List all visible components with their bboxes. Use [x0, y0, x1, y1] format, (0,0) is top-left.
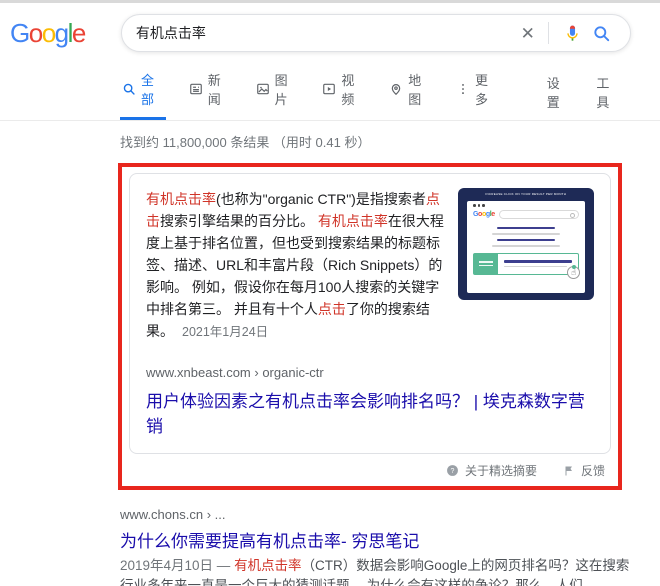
tab-news[interactable]: 新闻: [187, 64, 233, 120]
search-header: Google ✕: [0, 3, 660, 52]
tab-label: 新闻: [208, 70, 231, 108]
logo-letter: o: [42, 18, 55, 48]
snippet-thumbnail-image[interactable]: INCREASE CLICK ON YOUR RESULT PER MONTH …: [458, 188, 594, 300]
featured-snippet-card: 有机点击率(也称为"organic CTR")是指搜索者点击搜索引擎结果的百分比…: [129, 173, 611, 454]
mini-search-bar: [499, 210, 579, 219]
logo-letter: G: [10, 18, 29, 48]
cursor-icon: ☝: [567, 266, 580, 279]
logo-letter: e: [72, 18, 85, 48]
more-icon: [456, 82, 470, 96]
result-breadcrumb[interactable]: www.chons.cn › ... ▼: [120, 507, 640, 522]
news-icon: [189, 82, 203, 96]
green-label-box: [474, 254, 498, 274]
logo-letter: o: [29, 18, 42, 48]
thumbnail-caption: INCREASE CLICK ON YOUR RESULT PER MONTH: [486, 193, 567, 196]
svg-text:?: ?: [451, 468, 455, 475]
snippet-text: (也称为"organic CTR")是指搜索者: [216, 191, 426, 207]
flag-icon: [563, 465, 575, 477]
search-result: www.chons.cn › ... ▼ 为什么你需要提高有机点击率- 穷思笔记…: [120, 507, 640, 586]
snippet-footer: ? 关于精选摘要 反馈: [129, 454, 611, 483]
toolbar-link-settings[interactable]: 设置: [547, 67, 571, 120]
question-circle-icon: ?: [446, 464, 459, 477]
date-text: 2019年4月10日 —: [120, 558, 234, 573]
skeleton-lines: [473, 227, 579, 247]
result-title-link[interactable]: 为什么你需要提高有机点击率- 穷思笔记: [120, 527, 640, 552]
tab-label: 地图: [408, 70, 431, 108]
snippet-date: 2021年1月24日: [182, 325, 268, 339]
clear-icon[interactable]: ✕: [517, 25, 539, 42]
google-logo[interactable]: Google: [10, 20, 85, 46]
microphone-icon[interactable]: [558, 24, 587, 43]
mini-google-logo: Google: [473, 211, 495, 218]
tab-maps[interactable]: 地图: [387, 64, 433, 120]
result-stats: 找到约 11,800,000 条结果 （用时 0.41 秒）: [120, 132, 660, 151]
tab-more[interactable]: 更多: [454, 64, 500, 120]
snippet-breadcrumb[interactable]: www.xnbeast.com › organic-ctr: [146, 365, 594, 380]
feedback-link[interactable]: 反馈: [563, 462, 605, 479]
search-icon[interactable]: [587, 24, 616, 43]
tab-label: 全部: [141, 70, 164, 108]
tab-label: 图片: [275, 70, 298, 108]
results-tabbar: 全部 新闻 图片 视频 地图 更多: [0, 64, 660, 121]
logo-letter: g: [55, 18, 68, 48]
search-bar[interactable]: ✕: [121, 14, 631, 52]
window-dots: [473, 204, 579, 207]
tab-videos[interactable]: 视频: [320, 64, 366, 120]
highlighted-result-row: ☝: [473, 253, 579, 275]
maps-icon: [389, 82, 403, 96]
tab-label: 视频: [341, 70, 364, 108]
videos-icon: [322, 82, 336, 96]
highlighted-term: 点击: [318, 301, 346, 317]
featured-snippet-text: 有机点击率(也称为"organic CTR")是指搜索者点击搜索引擎结果的百分比…: [146, 188, 458, 343]
result-snippet: 2019年4月10日 — 有机点击率（CTR）数据会影响Google上的网页排名…: [120, 556, 640, 586]
search-icon: [122, 82, 136, 96]
red-annotation-box: 有机点击率(也称为"organic CTR")是指搜索者点击搜索引擎结果的百分比…: [118, 163, 622, 490]
search-bar-divider: [548, 22, 549, 44]
thumbnail-browser-mockup: Google ☝: [467, 201, 585, 293]
tab-images[interactable]: 图片: [254, 64, 300, 120]
snippet-text: 搜索引擎结果的百分比。: [160, 213, 318, 229]
about-featured-snippets-link[interactable]: ? 关于精选摘要: [446, 462, 537, 479]
highlighted-term: 有机点击率: [146, 191, 216, 207]
highlighted-term: 有机点击率: [234, 558, 302, 573]
snippet-title-link[interactable]: 用户体验因素之有机点击率会影响排名吗？ | 埃克森数字营销: [146, 387, 594, 437]
images-icon: [256, 82, 270, 96]
organic-results-list: www.chons.cn › ... ▼ 为什么你需要提高有机点击率- 穷思笔记…: [120, 507, 640, 586]
tab-all[interactable]: 全部: [120, 64, 166, 120]
toolbar-link-tools[interactable]: 工具: [596, 67, 620, 120]
tab-label: 更多: [475, 70, 498, 108]
logo-letter: e: [491, 211, 495, 218]
highlighted-term: 有机点击率: [318, 213, 388, 229]
search-input[interactable]: [136, 25, 517, 41]
